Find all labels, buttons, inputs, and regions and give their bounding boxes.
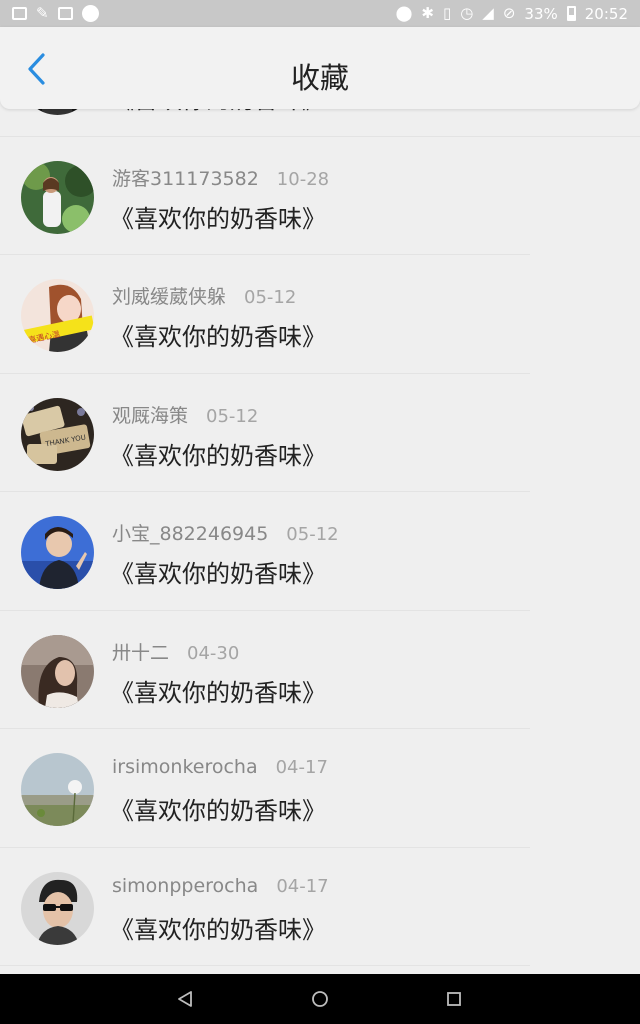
avatar[interactable] — [21, 160, 94, 234]
favorite-row[interactable]: 喜遇心温 刘威缓葳侠躲 05-12 《喜欢你的奶香味》 — [0, 255, 640, 374]
status-right: ⬤ ✱ ▯ ◷ ◢ ⊘ 33% 20:52 — [396, 5, 628, 23]
user-name[interactable]: irsimonkerocha — [112, 756, 258, 778]
triangle-back-icon — [178, 991, 192, 1007]
nav-recents-button[interactable] — [441, 986, 467, 1012]
item-title[interactable]: 《喜欢你的奶香味》 — [110, 673, 326, 708]
item-title[interactable]: 《喜欢你的奶香味》 — [110, 436, 326, 471]
item-title[interactable]: 《喜欢你的奶香味》 — [110, 554, 326, 589]
user-name[interactable]: 游客311173582 — [112, 164, 259, 191]
item-title[interactable]: 《喜欢你的奶香味》 — [110, 199, 326, 234]
circle-icon — [81, 5, 99, 22]
item-title[interactable]: 《喜欢你的奶香味》 — [110, 910, 326, 945]
favorite-row[interactable]: simonpperocha 04-17 《喜欢你的奶香味》 — [0, 848, 640, 967]
wifi-icon: ◢ — [482, 4, 494, 22]
battery-icon — [566, 6, 576, 21]
avatar[interactable] — [21, 634, 94, 708]
item-title[interactable]: 《喜欢你的奶香味》 — [110, 791, 326, 826]
user-name[interactable]: 小宝_882246945 — [112, 519, 268, 546]
avatar[interactable] — [21, 516, 94, 589]
favorite-row[interactable]: 小宝_882246945 05-12 《喜欢你的奶香味》 — [0, 492, 640, 611]
row-meta: simonpperocha 04-17 — [112, 875, 329, 897]
post-date: 05-12 — [286, 524, 339, 545]
cleaner-icon: ✎ — [36, 4, 49, 22]
post-date: 04-17 — [276, 875, 329, 897]
avatar[interactable] — [21, 871, 94, 945]
user-name[interactable]: 刘威缓葳侠躲 — [112, 282, 226, 309]
bluetooth-icon: ✱ — [421, 4, 434, 22]
favorites-list-inner: 我为来谁狂11-27《喜欢你的奶香味》游客31117358210-28《喜欢你的… — [0, 27, 640, 966]
status-left: ✎ — [12, 5, 99, 22]
row-meta: 刘威缓葳侠躲 05-12 — [112, 282, 296, 309]
system-nav-bar — [0, 974, 640, 1024]
no-sim-icon: ⊘ — [502, 4, 516, 22]
user-name[interactable]: simonpperocha — [112, 875, 258, 897]
item-title[interactable]: 《喜欢你的奶香味》 — [110, 317, 326, 352]
user-name[interactable]: 观厩海策 — [112, 401, 188, 428]
row-meta: 观厩海策 05-12 — [112, 401, 258, 428]
post-date: 04-17 — [275, 757, 328, 778]
nav-back-button[interactable] — [172, 986, 198, 1012]
battery-percent: 33% — [524, 4, 558, 23]
favorite-row[interactable]: 游客311173582 10-28 《喜欢你的奶香味》 — [0, 137, 640, 256]
row-meta: 游客311173582 10-28 — [112, 164, 329, 191]
favorite-row[interactable]: irsimonkerocha 04-17 《喜欢你的奶香味》 — [0, 729, 640, 848]
row-meta: irsimonkerocha 04-17 — [112, 756, 328, 778]
page-title: 收藏 — [290, 61, 349, 95]
avatar[interactable]: 喜遇心温 — [21, 279, 94, 352]
row-meta: 卅十二 04-30 — [112, 638, 239, 665]
favorite-row[interactable]: 卅十二 04-30 《喜欢你的奶香味》 — [0, 611, 640, 730]
avatar[interactable]: THANK YOU — [21, 397, 94, 471]
nav-home-button[interactable] — [307, 986, 333, 1012]
post-date: 10-28 — [276, 168, 330, 190]
app-header: 收藏 — [0, 27, 640, 109]
square-recents-icon — [447, 992, 461, 1006]
location-icon: ⬤ — [395, 4, 413, 22]
post-date: 05-12 — [206, 405, 259, 427]
vibrate-icon: ▯ — [442, 4, 452, 22]
row-meta: 小宝_882246945 05-12 — [112, 519, 339, 546]
favorite-row[interactable]: THANK YOU 观厩海策 05-12 《喜欢你的奶香味》 — [0, 374, 640, 493]
post-date: 05-12 — [244, 287, 297, 308]
avatar[interactable] — [21, 753, 94, 826]
image-icon — [57, 7, 73, 20]
circle-home-icon — [312, 991, 328, 1007]
notification-app-icon — [12, 7, 27, 20]
clock: 20:52 — [584, 4, 628, 23]
favorites-list[interactable]: 我为来谁狂11-27《喜欢你的奶香味》游客31117358210-28《喜欢你的… — [0, 27, 640, 974]
user-name[interactable]: 卅十二 — [112, 638, 169, 665]
status-bar: ✎ ⬤ ✱ ▯ ◷ ◢ ⊘ 33% 20:52 — [0, 0, 640, 27]
post-date: 04-30 — [187, 642, 240, 664]
alarm-icon: ◷ — [460, 4, 474, 22]
